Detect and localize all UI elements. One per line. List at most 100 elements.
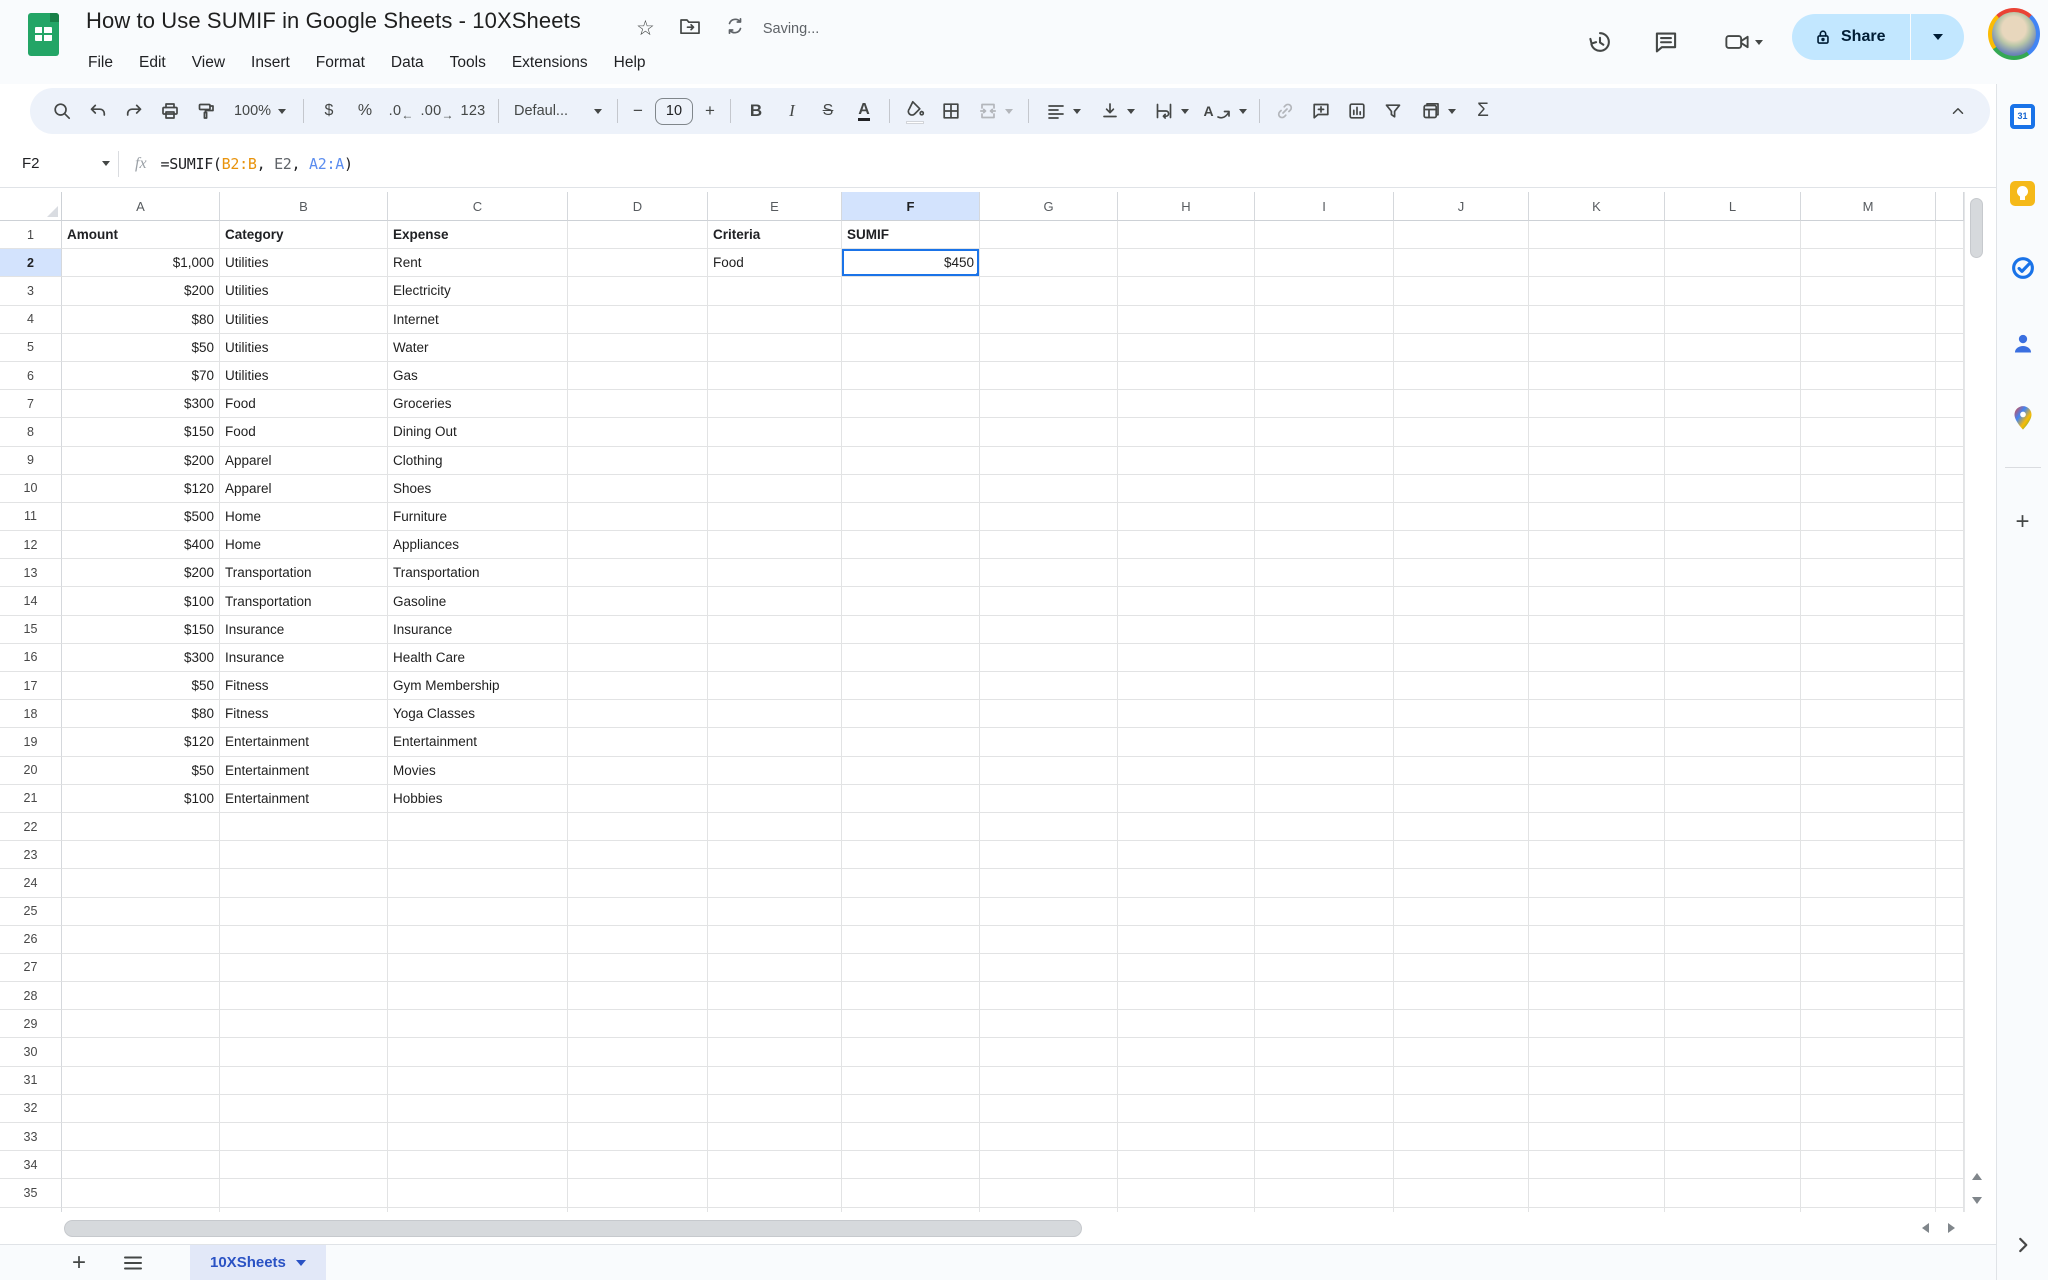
name-box-caret-icon[interactable] bbox=[102, 161, 110, 166]
cell-C21[interactable]: Hobbies bbox=[388, 785, 568, 813]
column-header-I[interactable]: I bbox=[1255, 192, 1394, 221]
bold-button[interactable]: B bbox=[738, 94, 774, 128]
formula-input[interactable]: =SUMIF(B2:B, E2, A2:A) bbox=[161, 155, 353, 173]
cell-I31[interactable] bbox=[1255, 1067, 1394, 1095]
cell-F1[interactable]: SUMIF bbox=[842, 221, 980, 249]
cell-A17[interactable]: $50 bbox=[62, 672, 220, 700]
cell-K20[interactable] bbox=[1529, 757, 1665, 785]
cell-A31[interactable] bbox=[62, 1067, 220, 1095]
cell-M24[interactable] bbox=[1801, 869, 1936, 897]
cell-M26[interactable] bbox=[1801, 926, 1936, 954]
cell-J23[interactable] bbox=[1394, 841, 1529, 869]
cell-D3[interactable] bbox=[568, 277, 708, 305]
cell-X26[interactable] bbox=[1936, 926, 1964, 954]
row-header-26[interactable]: 26 bbox=[0, 926, 62, 954]
cell-B35[interactable] bbox=[220, 1179, 388, 1207]
cell-H34[interactable] bbox=[1118, 1151, 1255, 1179]
cell-F24[interactable] bbox=[842, 869, 980, 897]
select-all-corner[interactable] bbox=[0, 192, 62, 221]
cell-J17[interactable] bbox=[1394, 672, 1529, 700]
row-header-16[interactable]: 16 bbox=[0, 644, 62, 672]
column-header-H[interactable]: H bbox=[1118, 192, 1255, 221]
cell-A12[interactable]: $400 bbox=[62, 531, 220, 559]
cell-X8[interactable] bbox=[1936, 418, 1964, 446]
cell-G14[interactable] bbox=[980, 587, 1118, 615]
cell-K21[interactable] bbox=[1529, 785, 1665, 813]
menu-extensions[interactable]: Extensions bbox=[499, 50, 601, 76]
cell-I16[interactable] bbox=[1255, 644, 1394, 672]
cell-C2[interactable]: Rent bbox=[388, 249, 568, 277]
cell-I26[interactable] bbox=[1255, 926, 1394, 954]
merge-cells-button[interactable] bbox=[969, 94, 1021, 128]
sheets-logo-icon[interactable] bbox=[28, 13, 59, 56]
menu-data[interactable]: Data bbox=[378, 50, 437, 76]
cell-I18[interactable] bbox=[1255, 700, 1394, 728]
cell-D14[interactable] bbox=[568, 587, 708, 615]
cell-C5[interactable]: Water bbox=[388, 334, 568, 362]
cell-I14[interactable] bbox=[1255, 587, 1394, 615]
cell-L8[interactable] bbox=[1665, 418, 1801, 446]
menu-format[interactable]: Format bbox=[303, 50, 378, 76]
cell-E22[interactable] bbox=[708, 813, 842, 841]
cell-I9[interactable] bbox=[1255, 447, 1394, 475]
cell-L12[interactable] bbox=[1665, 531, 1801, 559]
row-header-31[interactable]: 31 bbox=[0, 1067, 62, 1095]
cell-F3[interactable] bbox=[842, 277, 980, 305]
cell-G25[interactable] bbox=[980, 898, 1118, 926]
cell-X33[interactable] bbox=[1936, 1123, 1964, 1151]
cell-B26[interactable] bbox=[220, 926, 388, 954]
cell-D12[interactable] bbox=[568, 531, 708, 559]
cell-M18[interactable] bbox=[1801, 700, 1936, 728]
cell-X3[interactable] bbox=[1936, 277, 1964, 305]
row-header-25[interactable]: 25 bbox=[0, 898, 62, 926]
cell-G9[interactable] bbox=[980, 447, 1118, 475]
horizontal-scrollbar[interactable] bbox=[0, 1212, 1996, 1244]
row-header-7[interactable]: 7 bbox=[0, 390, 62, 418]
decrease-font-size-button[interactable]: − bbox=[625, 94, 651, 128]
cell-X21[interactable] bbox=[1936, 785, 1964, 813]
cell-M21[interactable] bbox=[1801, 785, 1936, 813]
strikethrough-button[interactable]: S bbox=[810, 94, 846, 128]
cell-I15[interactable] bbox=[1255, 616, 1394, 644]
cell-F35[interactable] bbox=[842, 1179, 980, 1207]
cell-C14[interactable]: Gasoline bbox=[388, 587, 568, 615]
column-header-partial[interactable] bbox=[1936, 192, 1964, 221]
cell-E35[interactable] bbox=[708, 1179, 842, 1207]
cell-G30[interactable] bbox=[980, 1038, 1118, 1066]
cell-E26[interactable] bbox=[708, 926, 842, 954]
cell-M1[interactable] bbox=[1801, 221, 1936, 249]
cell-I7[interactable] bbox=[1255, 390, 1394, 418]
cell-G4[interactable] bbox=[980, 306, 1118, 334]
cell-X11[interactable] bbox=[1936, 503, 1964, 531]
cell-I3[interactable] bbox=[1255, 277, 1394, 305]
cell-B23[interactable] bbox=[220, 841, 388, 869]
share-button[interactable]: Share bbox=[1792, 14, 1964, 60]
cell-D35[interactable] bbox=[568, 1179, 708, 1207]
cell-B31[interactable] bbox=[220, 1067, 388, 1095]
cell-D18[interactable] bbox=[568, 700, 708, 728]
cell-J35[interactable] bbox=[1394, 1179, 1529, 1207]
cell-K25[interactable] bbox=[1529, 898, 1665, 926]
cell-G2[interactable] bbox=[980, 249, 1118, 277]
row-header-28[interactable]: 28 bbox=[0, 982, 62, 1010]
print-button[interactable] bbox=[152, 94, 188, 128]
cell-L5[interactable] bbox=[1665, 334, 1801, 362]
cell-L30[interactable] bbox=[1665, 1038, 1801, 1066]
cell-G1[interactable] bbox=[980, 221, 1118, 249]
cell-E14[interactable] bbox=[708, 587, 842, 615]
cell-B1[interactable]: Category bbox=[220, 221, 388, 249]
cell-X15[interactable] bbox=[1936, 616, 1964, 644]
cell-C17[interactable]: Gym Membership bbox=[388, 672, 568, 700]
cell-E15[interactable] bbox=[708, 616, 842, 644]
cell-L21[interactable] bbox=[1665, 785, 1801, 813]
cell-H14[interactable] bbox=[1118, 587, 1255, 615]
cell-M29[interactable] bbox=[1801, 1010, 1936, 1038]
borders-button[interactable] bbox=[933, 94, 969, 128]
cell-A27[interactable] bbox=[62, 954, 220, 982]
cell-M4[interactable] bbox=[1801, 306, 1936, 334]
cell-F6[interactable] bbox=[842, 362, 980, 390]
cell-I33[interactable] bbox=[1255, 1123, 1394, 1151]
cell-X10[interactable] bbox=[1936, 475, 1964, 503]
cell-J4[interactable] bbox=[1394, 306, 1529, 334]
cell-F19[interactable] bbox=[842, 728, 980, 756]
